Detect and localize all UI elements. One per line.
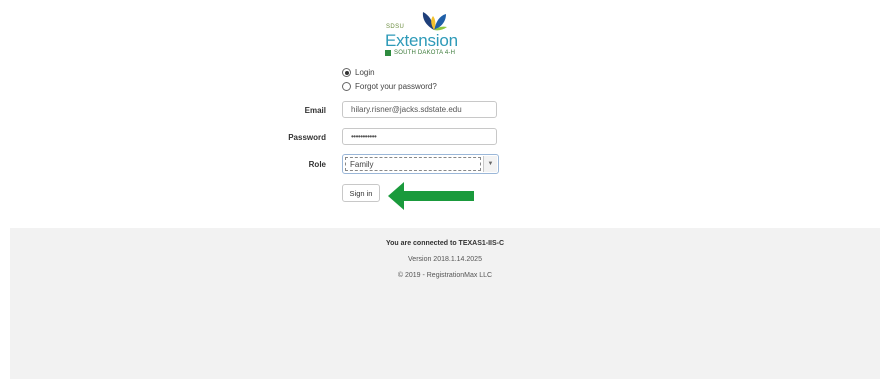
password-field[interactable]: ••••••••••• <box>342 128 497 145</box>
forgot-password-label: Forgot your password? <box>355 82 437 91</box>
email-field[interactable]: hilary.risner@jacks.sdstate.edu <box>342 101 497 118</box>
role-selected-value: Family <box>345 157 481 171</box>
logo-sdsu-text: SDSU <box>386 24 405 30</box>
chevron-down-icon[interactable]: ▼ <box>483 156 497 172</box>
login-option-label: Login <box>355 68 375 77</box>
copyright-text: © 2019 - RegistrationMax LLC <box>397 272 493 279</box>
logo-extension-text: Extension <box>385 31 458 50</box>
forgot-password-radio[interactable] <box>342 82 351 91</box>
version-text: Version 2018.1.14.2025 <box>408 256 482 263</box>
server-connection-text: You are connected to TEXAS1-IIS-C <box>385 240 505 247</box>
footer: You are connected to TEXAS1-IIS-C Versio… <box>10 228 880 379</box>
password-value: ••••••••••• <box>351 132 377 141</box>
login-radio[interactable] <box>342 68 351 77</box>
clover-icon <box>385 50 391 56</box>
forgot-password-option[interactable]: Forgot your password? <box>342 82 437 91</box>
pointer-arrow-icon <box>388 182 474 210</box>
role-select[interactable]: Family ▼ <box>342 154 499 174</box>
role-label: Role <box>308 160 326 169</box>
leaf-logo-icon <box>422 12 447 31</box>
email-label: Email <box>304 106 326 115</box>
sdsu-extension-logo: SDSU Extension SOUTH DAKOTA 4-H <box>383 10 473 56</box>
sign-in-button[interactable]: Sign in <box>342 184 380 202</box>
email-value: hilary.risner@jacks.sdstate.edu <box>351 105 462 114</box>
login-option[interactable]: Login <box>342 68 375 77</box>
logo-subtitle: SOUTH DAKOTA 4-H <box>394 50 456 56</box>
password-label: Password <box>288 133 326 142</box>
